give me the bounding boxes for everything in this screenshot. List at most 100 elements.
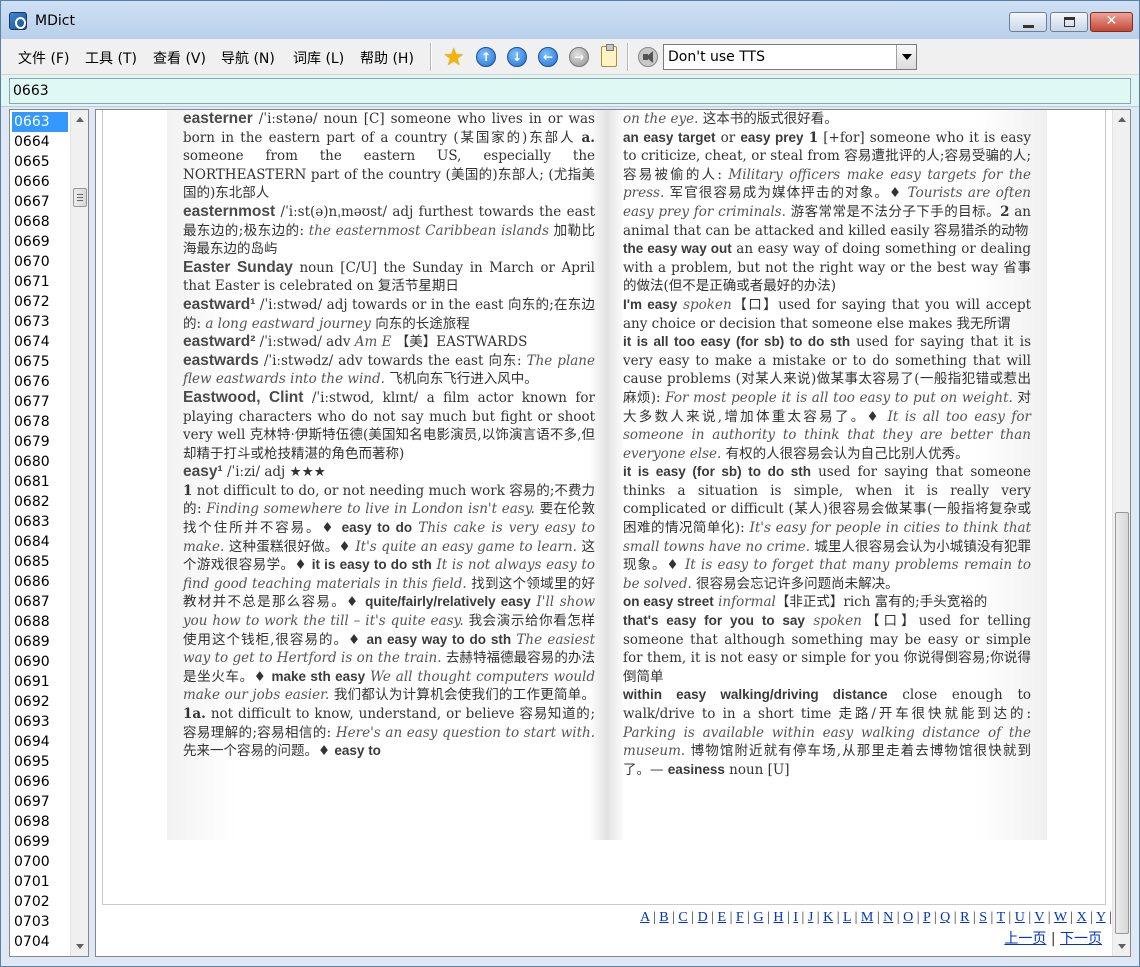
list-item[interactable]: 0675 [12, 352, 68, 372]
list-item[interactable]: 0687 [12, 592, 68, 612]
menu-navigate[interactable]: 导航 (N) [221, 48, 275, 68]
speak-button[interactable] [636, 45, 660, 69]
menu-tools[interactable]: 工具 (T) [85, 48, 137, 68]
alphabet-link[interactable]: S [979, 910, 987, 925]
favorite-button[interactable]: ★ [443, 43, 467, 71]
next-page-link[interactable]: 下一页 [1060, 931, 1102, 947]
prev-page-link[interactable]: 上一页 [1004, 931, 1046, 947]
menu-library[interactable]: 词库 (L) [293, 48, 344, 68]
alphabet-link[interactable]: W [1054, 910, 1067, 925]
arrow-up-icon: ↑ [476, 47, 496, 67]
list-item[interactable]: 0689 [12, 632, 68, 652]
clipboard-button[interactable] [597, 44, 621, 69]
previous-entry-button[interactable]: ↑ [474, 45, 498, 69]
list-item[interactable]: 0693 [12, 712, 68, 732]
list-item[interactable]: 0692 [12, 692, 68, 712]
alphabet-link[interactable]: G [753, 910, 763, 925]
list-item[interactable]: 0685 [12, 552, 68, 572]
nav-separator: | [1050, 931, 1056, 947]
menu-view[interactable]: 查看 (V) [153, 48, 206, 68]
list-item[interactable]: 0698 [12, 812, 68, 832]
search-input[interactable] [9, 78, 1131, 104]
scroll-down-icon[interactable] [76, 944, 84, 949]
scroll-up-icon[interactable] [1118, 117, 1126, 122]
list-item[interactable]: 0673 [12, 312, 68, 332]
alphabet-separator: | [893, 910, 904, 925]
maximize-button[interactable] [1050, 12, 1088, 32]
list-item[interactable]: 0699 [12, 832, 68, 852]
list-item[interactable]: 0671 [12, 272, 68, 292]
list-item[interactable]: 0703 [12, 912, 68, 932]
alphabet-link[interactable]: Y [1096, 910, 1106, 925]
list-item[interactable]: 0684 [12, 532, 68, 552]
menu-help[interactable]: 帮助 (H) [360, 48, 414, 68]
list-item[interactable]: 0697 [12, 792, 68, 812]
alphabet-link[interactable]: M [861, 910, 873, 925]
list-item[interactable]: 0691 [12, 672, 68, 692]
star-icon: ★ [443, 43, 465, 71]
list-item[interactable]: 0672 [12, 292, 68, 312]
alphabet-link[interactable]: D [698, 910, 708, 925]
list-item[interactable]: 0670 [12, 252, 68, 272]
list-item[interactable]: 0701 [12, 872, 68, 892]
list-item[interactable]: 0683 [12, 512, 68, 532]
list-item[interactable]: 0696 [12, 772, 68, 792]
menu-file[interactable]: 文件 (F) [18, 48, 69, 68]
tts-select[interactable]: Don't use TTS [663, 44, 917, 70]
alphabet-link[interactable]: B [659, 910, 668, 925]
title-bar[interactable]: MDict ✕ [1, 1, 1139, 39]
back-button[interactable]: ← [536, 45, 560, 69]
list-item[interactable]: 0681 [12, 472, 68, 492]
alphabet-link[interactable]: O [903, 910, 913, 925]
alphabet-separator: | [833, 910, 844, 925]
scroll-down-icon[interactable] [1118, 944, 1126, 949]
entry-list-scrollbar[interactable] [70, 110, 88, 956]
alphabet-link[interactable]: V [1034, 910, 1044, 925]
chevron-down-icon[interactable] [896, 45, 916, 69]
alphabet-link[interactable]: T [997, 910, 1005, 925]
list-item[interactable]: 0667 [12, 192, 68, 212]
list-item[interactable]: 0704 [12, 932, 68, 952]
list-item[interactable]: 0682 [12, 492, 68, 512]
alphabet-link[interactable]: N [883, 910, 893, 925]
alphabet-link[interactable]: F [736, 910, 744, 925]
list-item[interactable]: 0700 [12, 852, 68, 872]
list-item[interactable]: 0688 [12, 612, 68, 632]
alphabet-link[interactable]: U [1015, 910, 1025, 925]
alphabet-link[interactable]: L [843, 910, 851, 925]
alphabet-link[interactable]: C [678, 910, 687, 925]
list-item[interactable]: 0665 [12, 152, 68, 172]
list-item[interactable]: 0664 [12, 132, 68, 152]
scroll-up-icon[interactable] [76, 117, 84, 122]
list-item[interactable]: 0702 [12, 892, 68, 912]
list-item[interactable]: 0678 [12, 412, 68, 432]
list-item[interactable]: 0666 [12, 172, 68, 192]
list-item[interactable]: 0686 [12, 572, 68, 592]
alphabet-link[interactable]: X [1077, 910, 1087, 925]
definition-scroll-thumb[interactable] [1115, 512, 1129, 934]
alphabet-link[interactable]: E [718, 910, 727, 925]
entry-list-scroll-thumb[interactable] [73, 188, 87, 207]
list-item[interactable]: 0663 [12, 112, 68, 132]
list-item[interactable]: 0680 [12, 452, 68, 472]
list-item[interactable]: 0677 [12, 392, 68, 412]
list-item[interactable]: 0690 [12, 652, 68, 672]
dictionary-entry: easternmost /ˈiːst(ə)nˌməʊst/ adj furthe… [183, 202, 595, 258]
list-item[interactable]: 0676 [12, 372, 68, 392]
list-item[interactable]: 0679 [12, 432, 68, 452]
list-item[interactable]: 0695 [12, 752, 68, 772]
list-item[interactable]: 0668 [12, 212, 68, 232]
alphabet-link[interactable]: H [773, 910, 783, 925]
menu-toolbar: 文件 (F) 工具 (T) 查看 (V) 导航 (N) 词库 (L) 帮助 (H… [1, 39, 1139, 75]
alphabet-link[interactable]: K [823, 910, 833, 925]
minimize-button[interactable] [1009, 12, 1047, 32]
forward-button[interactable]: → [567, 45, 591, 69]
list-item[interactable]: 0674 [12, 332, 68, 352]
definition-scrollbar[interactable] [1112, 110, 1130, 956]
list-item[interactable]: 0694 [12, 732, 68, 752]
alphabet-link[interactable]: Q [940, 910, 950, 925]
list-item[interactable]: 0669 [12, 232, 68, 252]
next-entry-button[interactable]: ↓ [505, 45, 529, 69]
close-button[interactable]: ✕ [1090, 12, 1133, 32]
alphabet-separator: | [783, 910, 794, 925]
